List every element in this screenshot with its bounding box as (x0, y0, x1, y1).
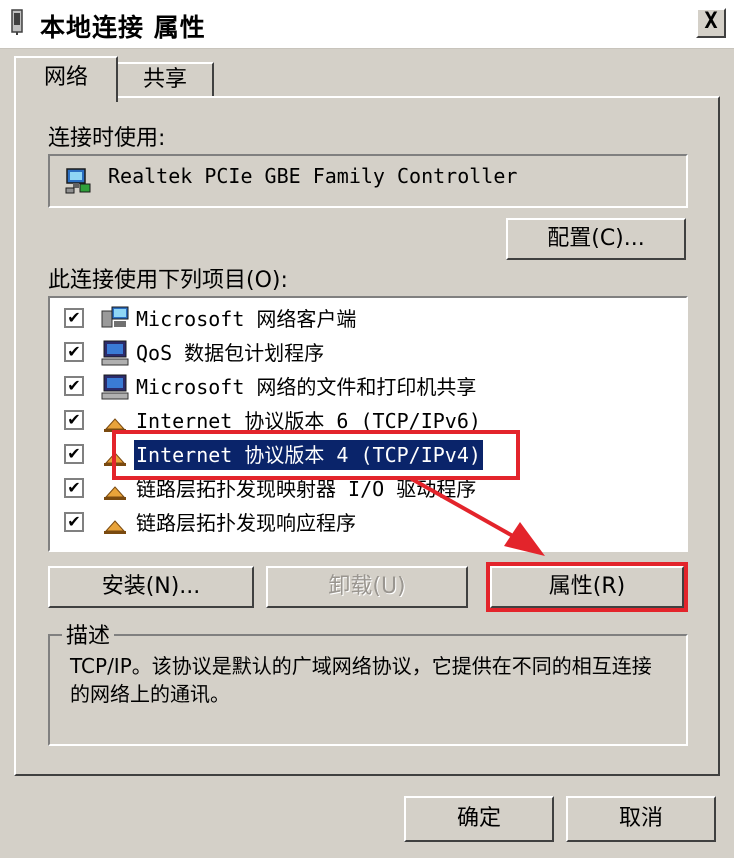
checkbox[interactable]: ✔ (64, 342, 84, 362)
computer-icon (101, 374, 129, 400)
checkbox[interactable]: ✔ (64, 410, 84, 430)
description-legend: 描述 (62, 618, 115, 650)
annotation-highlight-properties (486, 562, 688, 612)
components-label: 此连接使用下列项目(O): (48, 268, 288, 293)
connect-using-label: 连接时使用: (48, 126, 166, 151)
list-item[interactable]: ✔ 链路层拓扑发现响应程序 (50, 506, 670, 540)
checkbox[interactable]: ✔ (64, 512, 84, 532)
list-item[interactable]: ✔ QoS 数据包计划程序 (50, 336, 670, 370)
install-button[interactable]: 安装(N)... (48, 566, 254, 608)
computer-icon (101, 340, 129, 366)
configure-button[interactable]: 配置(C)... (506, 218, 686, 260)
tab-network[interactable]: 网络 (14, 56, 118, 102)
uninstall-button[interactable]: 卸载(U) (266, 566, 468, 608)
list-item-label: 链路层拓扑发现响应程序 (136, 511, 356, 535)
network-adapter-icon (65, 168, 91, 194)
checkbox[interactable]: ✔ (64, 478, 84, 498)
checkbox[interactable]: ✔ (64, 308, 84, 328)
network-client-icon (101, 306, 129, 328)
list-item[interactable]: ✔ Microsoft 网络客户端 (50, 302, 670, 336)
window-title: 本地连接 属性 (40, 13, 206, 42)
protocol-icon (104, 520, 126, 534)
tab-share[interactable]: 共享 (116, 62, 214, 98)
ok-button[interactable]: 确定 (404, 796, 554, 842)
description-text: TCP/IP。该协议是默认的广域网络协议，它提供在不同的相互连接的网络上的通讯。 (70, 654, 652, 706)
checkbox[interactable]: ✔ (64, 376, 84, 396)
description-group: 描述 TCP/IP。该协议是默认的广域网络协议，它提供在不同的相互连接的网络上的… (48, 618, 688, 746)
checkbox[interactable]: ✔ (64, 444, 84, 464)
adapter-name: Realtek PCIe GBE Family Controller (108, 164, 518, 188)
list-item-label: Microsoft 网络客户端 (136, 307, 357, 331)
list-item-label: Microsoft 网络的文件和打印机共享 (136, 375, 477, 399)
cancel-button[interactable]: 取消 (566, 796, 716, 842)
components-list[interactable]: ✔ Microsoft 网络客户端 ✔ QoS 数据包计划程序 ✔ Micros… (48, 296, 688, 552)
close-button[interactable]: X (696, 8, 726, 38)
list-item[interactable]: ✔ Microsoft 网络的文件和打印机共享 (50, 370, 670, 404)
annotation-highlight-ipv4 (112, 430, 520, 480)
list-item-label: QoS 数据包计划程序 (136, 341, 325, 365)
title-bar: 本地连接 属性 X (0, 0, 734, 49)
adapter-field: Realtek PCIe GBE Family Controller (48, 154, 688, 208)
network-connection-icon (11, 9, 23, 35)
